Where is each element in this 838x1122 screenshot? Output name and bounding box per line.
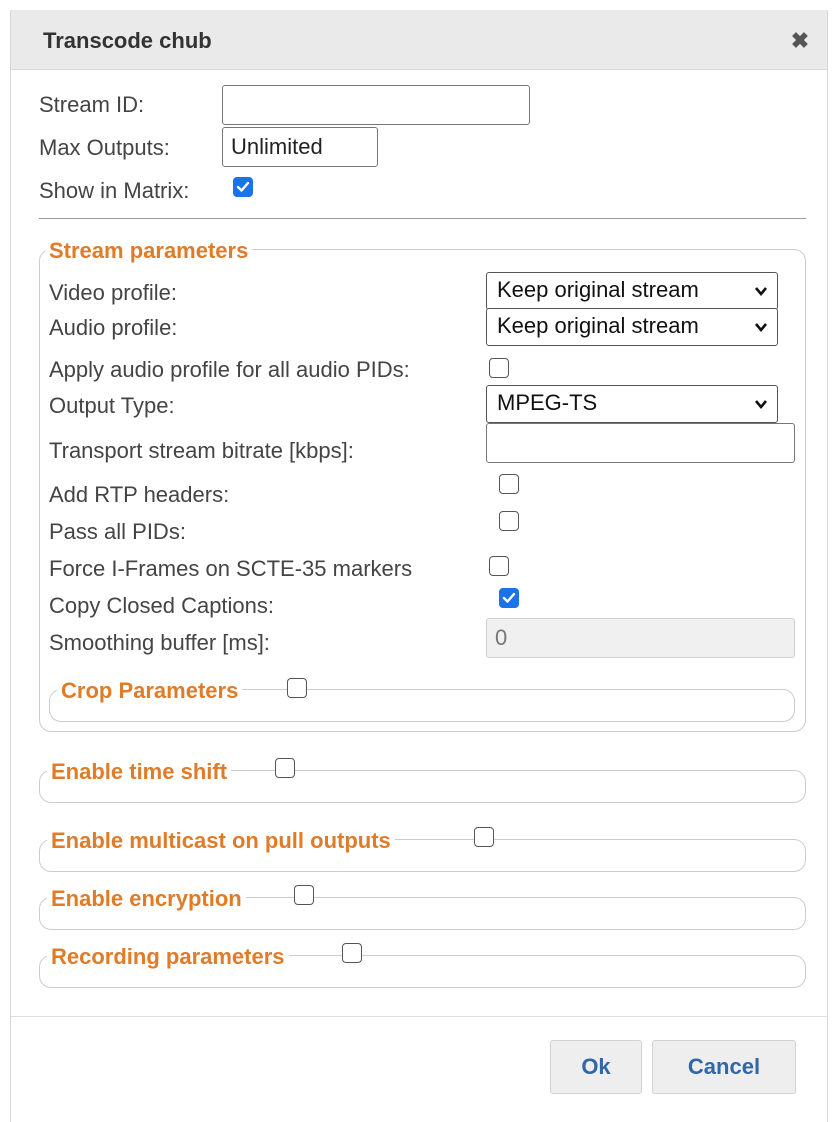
video-profile-value: Keep original stream bbox=[497, 277, 699, 302]
max-outputs-label: Max Outputs: bbox=[39, 135, 170, 160]
video-profile-label: Video profile: bbox=[49, 280, 178, 305]
audio-profile-label: Audio profile: bbox=[49, 315, 178, 340]
divider bbox=[39, 218, 806, 219]
stream-id-input[interactable] bbox=[222, 85, 530, 125]
smoothing-label: Smoothing buffer [ms]: bbox=[49, 630, 270, 655]
crop-parameters-label: Crop Parameters bbox=[61, 678, 239, 703]
show-in-matrix-label: Show in Matrix: bbox=[39, 178, 190, 203]
pass-pids-checkbox[interactable] bbox=[499, 511, 519, 531]
audio-profile-select[interactable]: Keep original stream bbox=[486, 308, 778, 346]
ok-button[interactable]: Ok bbox=[550, 1040, 642, 1094]
chevron-down-icon bbox=[755, 287, 767, 297]
close-icon[interactable]: ✖ bbox=[787, 28, 813, 54]
recording-checkbox[interactable] bbox=[342, 943, 362, 963]
output-type-label: Output Type: bbox=[49, 393, 175, 418]
recording-legend: Recording parameters bbox=[47, 944, 289, 970]
max-outputs-input[interactable] bbox=[222, 127, 378, 167]
time-shift-legend: Enable time shift bbox=[47, 759, 232, 785]
apply-audio-label: Apply audio profile for all audio PIDs: bbox=[49, 357, 410, 382]
output-type-value: MPEG-TS bbox=[497, 390, 598, 415]
crop-parameters-checkbox[interactable] bbox=[287, 678, 307, 698]
rtp-headers-checkbox[interactable] bbox=[499, 474, 519, 494]
ts-bitrate-input[interactable] bbox=[486, 423, 795, 463]
chevron-down-icon bbox=[755, 400, 767, 410]
pass-pids-label: Pass all PIDs: bbox=[49, 519, 186, 544]
encryption-checkbox[interactable] bbox=[294, 885, 314, 905]
apply-audio-checkbox[interactable] bbox=[489, 358, 509, 378]
chevron-down-icon bbox=[755, 323, 767, 333]
closed-captions-checkbox[interactable] bbox=[499, 588, 519, 608]
show-in-matrix-checkbox[interactable] bbox=[233, 177, 253, 197]
multicast-legend: Enable multicast on pull outputs bbox=[47, 828, 395, 854]
encryption-legend: Enable encryption bbox=[47, 886, 246, 912]
ts-bitrate-label: Transport stream bitrate [kbps]: bbox=[49, 438, 354, 463]
stream-id-label: Stream ID: bbox=[39, 92, 145, 117]
smoothing-input[interactable] bbox=[486, 618, 795, 658]
dialog-title: Transcode chub bbox=[43, 28, 212, 53]
multicast-checkbox[interactable] bbox=[474, 827, 494, 847]
stream-parameters-legend: Stream parameters bbox=[45, 238, 253, 264]
audio-profile-value: Keep original stream bbox=[497, 313, 699, 338]
cancel-button[interactable]: Cancel bbox=[652, 1040, 796, 1094]
force-iframes-checkbox[interactable] bbox=[489, 556, 509, 576]
force-iframes-label: Force I-Frames on SCTE-35 markers bbox=[49, 556, 413, 581]
video-profile-select[interactable]: Keep original stream bbox=[486, 272, 778, 310]
output-type-select[interactable]: MPEG-TS bbox=[486, 385, 778, 423]
time-shift-checkbox[interactable] bbox=[275, 758, 295, 778]
footer-divider bbox=[11, 1016, 827, 1017]
rtp-headers-label: Add RTP headers: bbox=[49, 482, 230, 507]
crop-parameters-legend: Crop Parameters bbox=[57, 678, 243, 704]
closed-captions-label: Copy Closed Captions: bbox=[49, 593, 275, 618]
check-icon bbox=[502, 592, 516, 603]
check-icon bbox=[236, 181, 250, 192]
dialog-titlebar: Transcode chub ✖ bbox=[11, 10, 827, 70]
transcode-dialog: Transcode chub ✖ Stream ID: Max Outputs:… bbox=[10, 10, 828, 1122]
